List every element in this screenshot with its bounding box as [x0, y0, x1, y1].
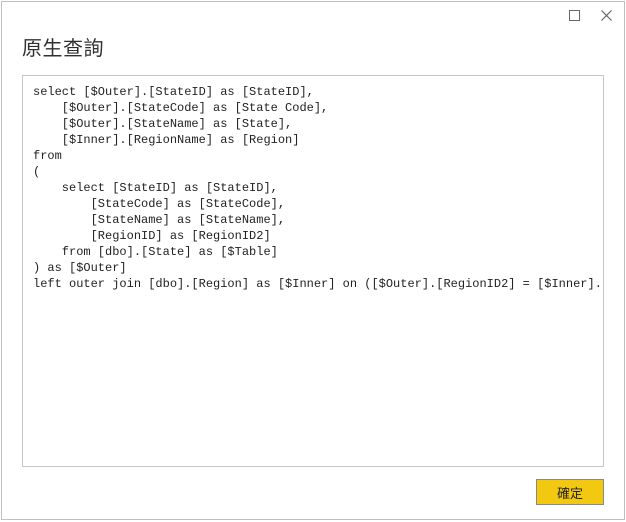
native-query-dialog: 原生查詢 確定: [1, 1, 625, 520]
dialog-title: 原生查詢: [2, 28, 624, 61]
dialog-footer: 確定: [2, 467, 624, 519]
titlebar: [2, 2, 624, 28]
maximize-button[interactable]: [562, 5, 586, 25]
close-button[interactable]: [594, 5, 618, 25]
ok-button[interactable]: 確定: [536, 479, 604, 505]
dialog-body: [2, 61, 624, 467]
close-icon: [601, 10, 612, 21]
maximize-icon: [569, 10, 580, 21]
query-textarea[interactable]: [22, 75, 604, 467]
